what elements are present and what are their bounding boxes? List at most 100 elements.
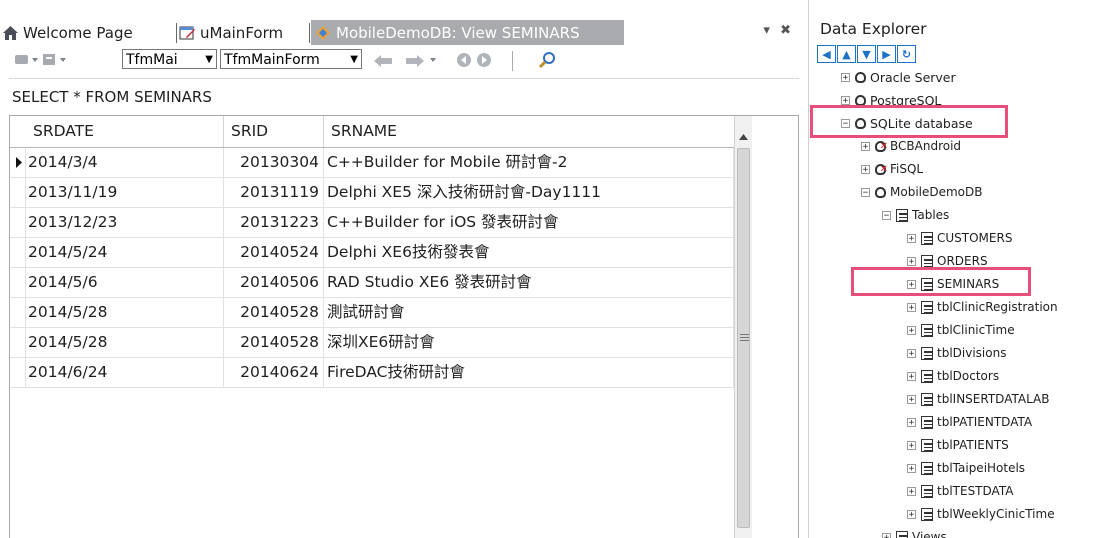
cell-srid[interactable]: 20140528 bbox=[224, 298, 324, 327]
close-icon[interactable]: ✖ bbox=[780, 23, 794, 38]
database-view-icon bbox=[315, 25, 332, 41]
cell-srdate[interactable]: 2014/5/6 bbox=[26, 268, 224, 297]
cell-srname[interactable]: 深圳XE6研討會 bbox=[324, 328, 734, 357]
pane-controls: ▾ ✖ bbox=[763, 23, 794, 38]
tree-node-mobiledemodb[interactable]: − MobileDemoDB bbox=[861, 183, 983, 201]
collapse-icon[interactable]: − bbox=[882, 210, 891, 220]
expand-icon[interactable]: + bbox=[907, 394, 916, 404]
column-header-srname[interactable]: SRNAME bbox=[324, 116, 734, 147]
expand-icon[interactable]: + bbox=[907, 371, 916, 381]
expand-icon[interactable]: + bbox=[841, 72, 850, 82]
expand-icon[interactable]: + bbox=[882, 532, 891, 538]
expand-icon[interactable]: + bbox=[907, 302, 916, 312]
table-row[interactable]: 2014/5/28 20140528 深圳XE6研討會 bbox=[10, 328, 734, 358]
tree-node-tbltestdata[interactable]: + tblTESTDATA bbox=[907, 482, 1013, 500]
cell-srdate[interactable]: 2014/5/24 bbox=[26, 238, 224, 267]
cell-srname[interactable]: Delphi XE5 深入技術研討會-Day1111 bbox=[324, 178, 734, 207]
cell-srid[interactable]: 20131119 bbox=[224, 178, 324, 207]
db-tool-icon[interactable] bbox=[14, 52, 40, 70]
expand-icon[interactable]: + bbox=[841, 95, 850, 105]
cell-srname[interactable]: C++Builder for iOS 發表研討會 bbox=[324, 208, 734, 237]
cell-srid[interactable]: 20131223 bbox=[224, 208, 324, 237]
cell-srname[interactable]: 測試研討會 bbox=[324, 298, 734, 327]
expand-icon[interactable]: + bbox=[907, 233, 916, 243]
table-row[interactable]: 2013/11/19 20131119 Delphi XE5 深入技術研討會-D… bbox=[10, 178, 734, 208]
tree-node-tblpatientdata[interactable]: + tblPATIENTDATA bbox=[907, 413, 1032, 431]
search-icon[interactable] bbox=[538, 50, 558, 69]
tree-node-tblweeklycinictime[interactable]: + tblWeeklyCinicTime bbox=[907, 505, 1055, 523]
cell-srid[interactable]: 20130304 bbox=[224, 148, 324, 177]
table-row[interactable]: 2014/6/24 20140624 FireDAC技術研討會 bbox=[10, 358, 734, 388]
expand-icon[interactable]: + bbox=[907, 348, 916, 358]
tab-view-seminars[interactable]: MobileDemoDB: View SEMINARS bbox=[311, 20, 624, 45]
cell-srid[interactable]: 20140624 bbox=[224, 358, 324, 387]
nav-back-icon[interactable] bbox=[372, 52, 396, 70]
expand-icon[interactable]: + bbox=[907, 463, 916, 473]
nav-up-icon[interactable]: ▲ bbox=[837, 45, 856, 63]
cell-srid[interactable]: 20140524 bbox=[224, 238, 324, 267]
vertical-scrollbar[interactable] bbox=[734, 116, 752, 538]
cell-srname[interactable]: Delphi XE6技術發表會 bbox=[324, 238, 734, 267]
cell-srdate[interactable]: 2013/12/23 bbox=[26, 208, 224, 237]
table-row[interactable]: 2014/3/4 20130304 C++Builder for Mobile … bbox=[10, 148, 734, 178]
data-grid[interactable]: SRDATE SRID SRNAME 2014/3/4 20130304 C++… bbox=[9, 115, 799, 538]
form-select[interactable]: TfmMainForm ▼ bbox=[220, 49, 362, 69]
tab-umainform[interactable]: uMainForm bbox=[179, 20, 307, 45]
circle-left-icon[interactable] bbox=[456, 52, 474, 70]
circle-right-icon[interactable] bbox=[476, 52, 494, 70]
tab-welcome-page[interactable]: Welcome Page bbox=[2, 20, 174, 45]
row-indicator bbox=[10, 238, 26, 267]
nav-right-icon[interactable]: ▶ bbox=[877, 45, 896, 63]
table-row[interactable]: 2014/5/6 20140506 RAD Studio XE6 發表研討會 bbox=[10, 268, 734, 298]
cell-srdate[interactable]: 2014/6/24 bbox=[26, 358, 224, 387]
cell-srname[interactable]: RAD Studio XE6 發表研討會 bbox=[324, 268, 734, 297]
collapse-icon[interactable]: − bbox=[861, 187, 870, 197]
column-header-srid[interactable]: SRID bbox=[224, 116, 324, 147]
form-select-short[interactable]: TfmMai ▼ bbox=[122, 49, 217, 69]
tree-node-views[interactable]: + Views bbox=[882, 528, 947, 538]
scroll-thumb[interactable] bbox=[737, 148, 750, 528]
expand-icon[interactable]: + bbox=[907, 440, 916, 450]
table-row[interactable]: 2014/5/24 20140524 Delphi XE6技術發表會 bbox=[10, 238, 734, 268]
tree-node-tblinsertdatalab[interactable]: + tblINSERTDATALAB bbox=[907, 390, 1049, 408]
tree-node-tbltaipeihotels[interactable]: + tblTaipeiHotels bbox=[907, 459, 1025, 477]
tree-node-tables[interactable]: − Tables bbox=[882, 206, 949, 224]
tree-node-oracle[interactable]: + Oracle Server bbox=[841, 68, 956, 86]
table-icon bbox=[921, 323, 933, 337]
nav-down-icon[interactable]: ▼ bbox=[857, 45, 876, 63]
expand-icon[interactable]: + bbox=[907, 325, 916, 335]
nav-left-icon[interactable]: ◀ bbox=[817, 45, 836, 63]
cell-srid[interactable]: 20140528 bbox=[224, 328, 324, 357]
expand-icon[interactable]: + bbox=[907, 417, 916, 427]
db-tool2-icon[interactable] bbox=[42, 52, 70, 70]
explorer-nav-buttons: ◀ ▲ ▼ ▶ ↻ bbox=[817, 45, 917, 65]
tree-node-bcbandroid[interactable]: + ✕ BCBAndroid bbox=[861, 137, 961, 155]
tree-node-tbldivisions[interactable]: + tblDivisions bbox=[907, 344, 1006, 362]
expand-icon[interactable]: + bbox=[861, 164, 870, 174]
expand-icon[interactable]: + bbox=[907, 256, 916, 266]
column-header-srdate[interactable]: SRDATE bbox=[26, 116, 224, 147]
cell-srdate[interactable]: 2014/5/28 bbox=[26, 328, 224, 357]
pin-icon[interactable]: ▾ bbox=[763, 23, 773, 38]
expand-icon[interactable]: + bbox=[861, 141, 870, 151]
expand-icon[interactable]: + bbox=[907, 509, 916, 519]
expand-icon[interactable]: + bbox=[907, 486, 916, 496]
tree-node-tblclinictime[interactable]: + tblClinicTime bbox=[907, 321, 1015, 339]
refresh-icon[interactable]: ↻ bbox=[897, 45, 916, 63]
tree-node-customers[interactable]: + CUSTOMERS bbox=[907, 229, 1012, 247]
tree-node-tblpatients[interactable]: + tblPATIENTS bbox=[907, 436, 1009, 454]
nav-forward-icon[interactable] bbox=[402, 52, 442, 70]
table-row[interactable]: 2013/12/23 20131223 C++Builder for iOS 發… bbox=[10, 208, 734, 238]
cell-srdate[interactable]: 2014/5/28 bbox=[26, 298, 224, 327]
cell-srname[interactable]: C++Builder for Mobile 研討會-2 bbox=[324, 148, 734, 177]
tree-node-tblclinicregistration[interactable]: + tblClinicRegistration bbox=[907, 298, 1058, 316]
scroll-up-icon[interactable] bbox=[738, 126, 749, 145]
table-icon bbox=[921, 300, 933, 314]
cell-srdate[interactable]: 2014/3/4 bbox=[26, 148, 224, 177]
tree-node-fisql[interactable]: + ✕ FiSQL bbox=[861, 160, 923, 178]
tree-node-tbldoctors[interactable]: + tblDoctors bbox=[907, 367, 999, 385]
cell-srid[interactable]: 20140506 bbox=[224, 268, 324, 297]
table-row[interactable]: 2014/5/28 20140528 測試研討會 bbox=[10, 298, 734, 328]
cell-srdate[interactable]: 2013/11/19 bbox=[26, 178, 224, 207]
cell-srname[interactable]: FireDAC技術研討會 bbox=[324, 358, 734, 387]
